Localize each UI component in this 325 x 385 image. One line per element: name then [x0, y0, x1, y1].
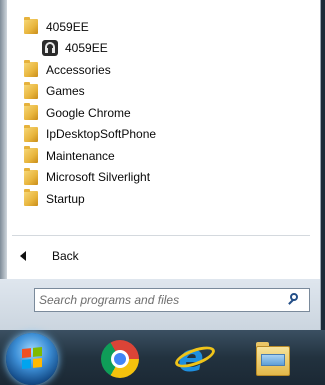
start-menu: 4059EE 4059EE Accessories Games Google C…: [0, 0, 321, 330]
search-icon[interactable]: [285, 292, 301, 308]
search-box: [34, 288, 310, 312]
program-folder-maintenance[interactable]: Maintenance: [8, 145, 318, 167]
taskbar: e: [0, 330, 325, 385]
folder-icon: [24, 167, 38, 185]
chrome-icon[interactable]: [101, 340, 139, 378]
search-area: [0, 279, 320, 330]
program-folder-ipdesktopsoftphone[interactable]: IpDesktopSoftPhone: [8, 124, 318, 146]
folder-icon: [24, 81, 38, 99]
program-folder-startup[interactable]: Startup: [8, 188, 318, 210]
folder-icon: [24, 103, 38, 121]
program-label: 4059EE: [65, 41, 108, 56]
program-label: Google Chrome: [46, 105, 131, 120]
back-button[interactable]: Back: [14, 244, 304, 268]
program-folder-accessories[interactable]: Accessories: [8, 59, 318, 81]
back-label: Back: [52, 249, 79, 263]
program-folder-google-chrome[interactable]: Google Chrome: [8, 102, 318, 124]
headset-icon: [42, 40, 58, 57]
start-orb-icon[interactable]: [6, 333, 58, 385]
internet-explorer-icon[interactable]: e: [172, 336, 218, 380]
menu-divider: [12, 235, 310, 236]
folder-icon: [24, 17, 38, 35]
windows-explorer-icon[interactable]: [253, 340, 291, 378]
program-folder-microsoft-silverlight[interactable]: Microsoft Silverlight: [8, 167, 318, 189]
program-label: IpDesktopSoftPhone: [46, 127, 157, 142]
folder-icon: [24, 124, 38, 142]
folder-icon: [24, 146, 38, 164]
windows-flag-icon: [22, 346, 42, 370]
program-label: Maintenance: [46, 148, 115, 163]
back-arrow-icon: [20, 251, 26, 261]
program-folder-games[interactable]: Games: [8, 81, 318, 103]
program-label: Accessories: [46, 62, 111, 77]
search-input[interactable]: [35, 292, 285, 308]
folder-icon: [24, 189, 38, 207]
program-label: Startup: [46, 191, 85, 206]
program-folder-4059ee[interactable]: 4059EE: [8, 16, 318, 38]
program-label: Games: [46, 84, 85, 99]
folder-icon: [24, 60, 38, 78]
all-programs-list: 4059EE 4059EE Accessories Games Google C…: [8, 16, 318, 210]
program-label: 4059EE: [46, 19, 89, 34]
program-item-4059ee[interactable]: 4059EE: [8, 38, 318, 60]
program-label: Microsoft Silverlight: [46, 170, 151, 185]
